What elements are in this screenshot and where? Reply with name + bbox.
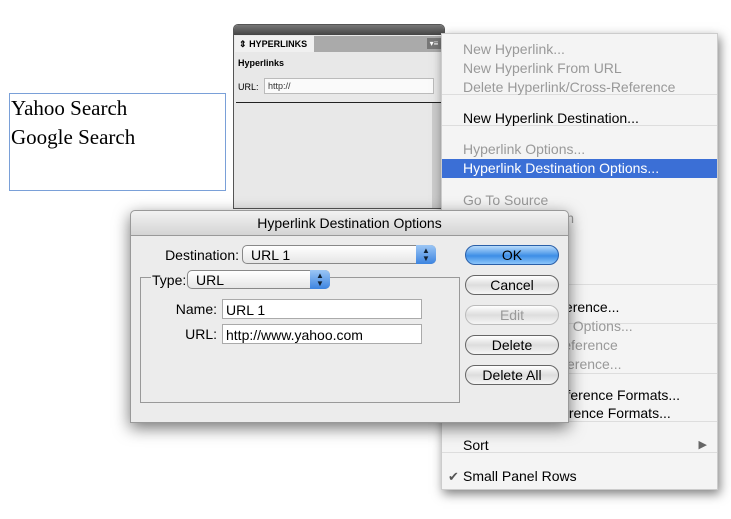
menu-item-label: Go To Source — [463, 192, 549, 208]
menu-item-label: Small Panel Rows — [463, 468, 577, 484]
menu-item[interactable]: Delete Hyperlink/Cross-Reference — [442, 78, 717, 97]
url-label: URL: — [238, 82, 259, 92]
edit-button[interactable]: Edit — [465, 305, 559, 325]
menu-item-label: New Hyperlink... — [463, 41, 565, 57]
url-field[interactable]: http:// — [264, 78, 434, 94]
name-label: Name: — [175, 301, 217, 317]
menu-item[interactable]: New Hyperlink From URL — [442, 59, 717, 78]
menu-item[interactable]: Hyperlink Options... — [442, 140, 717, 159]
delete-all-button[interactable]: Delete All — [465, 365, 559, 385]
destination-select[interactable]: URL 1 ▲ ▼ — [242, 245, 436, 264]
menu-item[interactable]: New Hyperlink... — [442, 40, 717, 59]
text-frame[interactable]: Yahoo Search Google Search — [9, 93, 226, 191]
menu-item-label: New Hyperlink From URL — [463, 60, 622, 76]
name-field[interactable]: URL 1 — [222, 299, 422, 319]
tab-bar — [314, 36, 444, 52]
stepper-arrows-icon: ▲ ▼ — [416, 245, 436, 264]
hyperlink-destination-options-dialog: Hyperlink Destination Options Destinatio… — [130, 210, 569, 423]
dialog-title: Hyperlink Destination Options — [131, 211, 568, 236]
divider — [236, 102, 444, 103]
menu-item[interactable]: Sort ▶ — [442, 436, 717, 455]
menu-item-label: New Hyperlink Destination... — [463, 110, 639, 126]
url-field[interactable]: http://www.yahoo.com — [222, 324, 422, 344]
menu-item-label: Hyperlink Options... — [463, 141, 586, 157]
menu-item-label: Hyperlink Destination Options... — [463, 160, 660, 176]
type-value: URL — [196, 272, 225, 288]
updown-arrows-icon: ⇕ — [239, 39, 247, 49]
stepper-arrows-icon: ▲ ▼ — [310, 270, 330, 289]
submenu-arrow-icon: ▶ — [698, 439, 707, 451]
tab-hyperlinks[interactable]: ⇕ HYPERLINKS — [235, 36, 314, 52]
type-select[interactable]: URL ▲ ▼ — [187, 270, 330, 289]
cancel-button[interactable]: Cancel — [465, 275, 559, 295]
menu-item[interactable]: Small Panel Rows ✔ — [442, 467, 717, 486]
hyperlinks-panel: ⇕ HYPERLINKS ▾≡ Hyperlinks URL: http:// — [233, 24, 445, 209]
panel-title-bar[interactable] — [234, 25, 444, 35]
panel-menu-button[interactable]: ▾≡ — [427, 38, 441, 49]
text-line: Google Search — [11, 125, 136, 149]
menu-item[interactable]: Go To Source — [442, 191, 717, 210]
menu-item-label: Delete Hyperlink/Cross-Reference — [463, 79, 676, 95]
destination-value: URL 1 — [251, 247, 291, 263]
menu-item[interactable]: New Hyperlink Destination... — [442, 109, 717, 128]
url-label: URL: — [185, 326, 217, 342]
checkmark-icon: ✔ — [448, 469, 459, 484]
menu-item-label: Sort — [463, 437, 489, 453]
delete-button[interactable]: Delete — [465, 335, 559, 355]
ok-button[interactable]: OK — [465, 245, 559, 265]
tab-label: HYPERLINKS — [249, 39, 308, 49]
text-line: Yahoo Search — [11, 96, 128, 120]
type-label: Type: — [151, 272, 188, 288]
menu-item[interactable]: Hyperlink Destination Options... — [442, 159, 717, 178]
panel-heading: Hyperlinks — [238, 58, 285, 68]
destination-label: Destination: — [165, 247, 239, 263]
